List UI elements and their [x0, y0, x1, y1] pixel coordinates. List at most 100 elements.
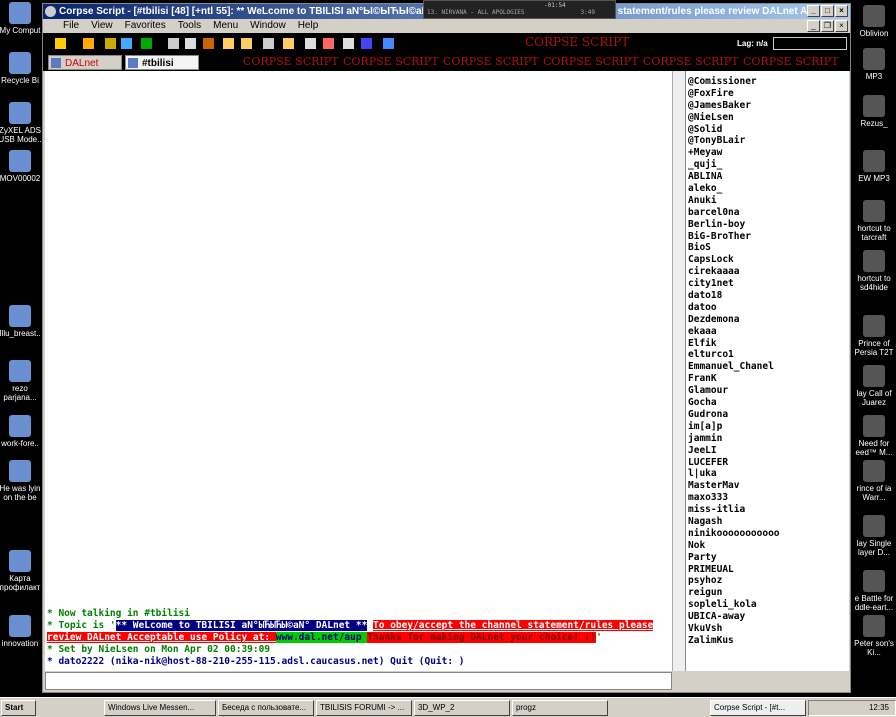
taskbar-button[interactable]: Беседа с пользовате...: [217, 699, 314, 716]
toolbar-button-icon[interactable]: [185, 38, 196, 49]
taskbar-button[interactable]: Windows Live Messen...: [103, 699, 216, 716]
nick-item[interactable]: Berlin-boy: [686, 219, 849, 231]
desktop-icon[interactable]: lay Single layer D...: [850, 515, 896, 557]
nick-item[interactable]: @NieLsen: [686, 112, 849, 124]
nick-item[interactable]: cirekaaaa: [686, 266, 849, 278]
toolbar-button-icon[interactable]: [203, 38, 214, 49]
desktop-icon[interactable]: Recycle Bi: [0, 52, 44, 85]
nick-item[interactable]: BiG-BroTher: [686, 231, 849, 243]
toolbar-button-icon[interactable]: [223, 38, 234, 49]
menu-view[interactable]: View: [91, 19, 113, 33]
nick-item[interactable]: Party: [686, 552, 849, 564]
desktop-icon[interactable]: innovation: [0, 615, 44, 648]
chat-scrollbar[interactable]: [672, 71, 685, 671]
toolbar-button-icon[interactable]: [343, 38, 354, 49]
nick-item[interactable]: Anuki: [686, 195, 849, 207]
tab-tbilisi[interactable]: #tbilisi: [125, 55, 199, 70]
nick-item[interactable]: Glamour: [686, 385, 849, 397]
desktop-icon[interactable]: lay Call of Juarez: [850, 365, 896, 407]
nick-item[interactable]: ZalimKus: [686, 635, 849, 647]
nick-item[interactable]: elturco1: [686, 349, 849, 361]
nick-item[interactable]: im[a]p: [686, 421, 849, 433]
nick-item[interactable]: MasterMav: [686, 480, 849, 492]
nick-item[interactable]: Gocha: [686, 397, 849, 409]
toolbar-button-icon[interactable]: [323, 38, 334, 49]
toolbar-button-icon[interactable]: [305, 38, 316, 49]
nick-item[interactable]: barcel0na: [686, 207, 849, 219]
nick-item[interactable]: +Meyaw: [686, 147, 849, 159]
desktop-icon[interactable]: ZyXEL ADS USB Mode..: [0, 102, 44, 144]
toolbar-button-icon[interactable]: [55, 38, 66, 49]
taskbar-button[interactable]: TBILISIS FORUMI -> ...: [315, 699, 412, 716]
toolbar-button-icon[interactable]: [383, 38, 394, 49]
nick-item[interactable]: aleko_: [686, 183, 849, 195]
toolbar-button-icon[interactable]: [121, 38, 132, 49]
nick-item[interactable]: Emmanuel_Chanel: [686, 361, 849, 373]
nick-item[interactable]: datoo: [686, 302, 849, 314]
nick-item[interactable]: city1net: [686, 278, 849, 290]
toolbar-button-icon[interactable]: [361, 38, 372, 49]
taskbar-button[interactable]: progz: [511, 699, 608, 716]
nick-item[interactable]: Dezdemona: [686, 314, 849, 326]
nick-item[interactable]: @JamesBaker: [686, 100, 849, 112]
nick-item[interactable]: Gudrona: [686, 409, 849, 421]
nick-item[interactable]: UBICA-away: [686, 611, 849, 623]
menu-menu[interactable]: Menu: [213, 19, 238, 33]
nick-item[interactable]: psyhoz: [686, 575, 849, 587]
desktop-icon[interactable]: He was lyin on the be: [0, 460, 44, 502]
topic-link[interactable]: www.dal.net/aup: [275, 632, 368, 643]
menu-help[interactable]: Help: [298, 19, 319, 33]
nick-item[interactable]: CapsLock: [686, 254, 849, 266]
nick-item[interactable]: dato18: [686, 290, 849, 302]
nick-item[interactable]: ninikooooooooooo: [686, 528, 849, 540]
nick-item[interactable]: BioS: [686, 242, 849, 254]
toolbar-button-icon[interactable]: [105, 38, 116, 49]
nick-item[interactable]: FranK: [686, 373, 849, 385]
minimize-button[interactable]: _: [807, 5, 820, 17]
desktop-icon[interactable]: rezo parjana...: [0, 360, 44, 402]
desktop-icon[interactable]: My Comput: [0, 2, 44, 35]
desktop-icon[interactable]: work-fore..: [0, 415, 44, 448]
start-button[interactable]: Start: [1, 699, 36, 716]
nick-item[interactable]: reigun: [686, 587, 849, 599]
child-minimize-button[interactable]: _: [807, 20, 820, 32]
winamp-player[interactable]: -01:54 13. NIRVANA - ALL APOLOGIES 3:49: [423, 0, 616, 19]
nick-item[interactable]: ekaaa: [686, 326, 849, 338]
nick-item[interactable]: @Solid: [686, 124, 849, 136]
menu-favorites[interactable]: Favorites: [125, 19, 166, 33]
toolbar-button-icon[interactable]: [83, 38, 94, 49]
toolbar-button-icon[interactable]: [141, 38, 152, 49]
menu-window[interactable]: Window: [250, 19, 286, 33]
toolbar-button-icon[interactable]: [168, 38, 179, 49]
nick-item[interactable]: Nok: [686, 540, 849, 552]
desktop-icon[interactable]: hortcut to tarcraft: [850, 200, 896, 242]
tab-dalnet-nagash[interactable]: DALnet Nagash: [48, 55, 122, 70]
menu-file[interactable]: File: [63, 19, 79, 33]
desktop-icon[interactable]: Peter son's Ki...: [850, 615, 896, 657]
close-button[interactable]: ×: [835, 5, 848, 17]
nick-item[interactable]: _quji_: [686, 159, 849, 171]
desktop-icon[interactable]: Rezus_: [850, 95, 896, 128]
nick-item[interactable]: @FoxFire: [686, 88, 849, 100]
child-close-button[interactable]: ×: [835, 20, 848, 32]
nick-item[interactable]: Nagash: [686, 516, 849, 528]
desktop-icon[interactable]: Oblivion: [850, 5, 896, 38]
nick-item[interactable]: miss-itlia: [686, 504, 849, 516]
maximize-button[interactable]: □: [821, 5, 834, 17]
toolbar-button-icon[interactable]: [241, 38, 252, 49]
nick-item[interactable]: maxo333: [686, 492, 849, 504]
desktop-icon[interactable]: rince of ia Warr...: [850, 460, 896, 502]
nick-item[interactable]: sopleli_kola: [686, 599, 849, 611]
menu-tools[interactable]: Tools: [178, 19, 201, 33]
nick-item[interactable]: VkuVsh: [686, 623, 849, 635]
desktop-icon[interactable]: Need for eed™ M...: [850, 415, 896, 457]
taskbar-button[interactable]: Corpse Script - [#t...: [709, 699, 806, 716]
desktop-icon[interactable]: Illu_breast..: [0, 305, 44, 338]
nick-item[interactable]: JeeLI: [686, 445, 849, 457]
toolbar-button-icon[interactable]: [263, 38, 274, 49]
nick-item[interactable]: l|uka: [686, 468, 849, 480]
taskbar-button[interactable]: 3D_WP_2: [413, 699, 510, 716]
desktop-icon[interactable]: EW MP3: [850, 150, 896, 183]
nick-item[interactable]: Elfik: [686, 338, 849, 350]
nick-item[interactable]: ABLINA: [686, 171, 849, 183]
